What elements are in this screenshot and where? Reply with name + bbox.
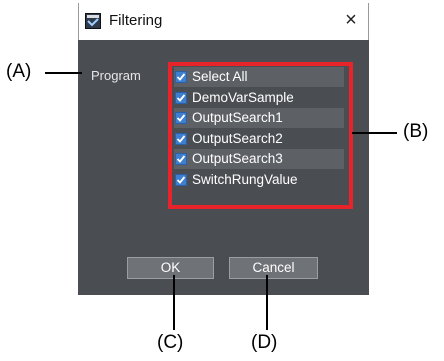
callout-a-line: [45, 72, 82, 74]
callout-b-label: (B): [403, 121, 429, 142]
callout-d-label: (D): [251, 332, 278, 353]
program-label: Program: [91, 68, 141, 83]
title-bar-edge-right: [368, 3, 369, 40]
cancel-button[interactable]: Cancel: [229, 257, 318, 279]
callout-a-label: (A): [6, 61, 32, 82]
title-bar-edge-left: [78, 3, 79, 40]
close-icon[interactable]: ×: [341, 9, 361, 31]
callout-d-line: [266, 275, 268, 330]
callout-c-line: [173, 275, 175, 330]
ok-button[interactable]: OK: [127, 257, 214, 279]
highlight-box: [168, 62, 353, 209]
callout-b-line: [352, 132, 397, 134]
title-bar: Filtering ×: [78, 3, 369, 40]
app-window-icon: [85, 13, 101, 29]
callout-c-label: (C): [157, 332, 184, 353]
dialog-title: Filtering: [109, 12, 163, 29]
